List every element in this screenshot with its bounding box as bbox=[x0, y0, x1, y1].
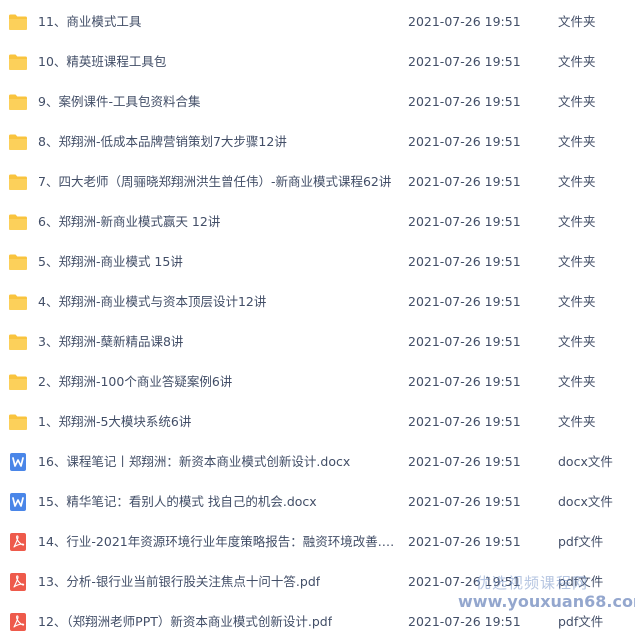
file-name[interactable]: 7、四大老师（周骊晓郑翔洲洪生曾任伟）-新商业模式课程62讲 bbox=[38, 162, 391, 202]
file-name[interactable]: 6、郑翔洲-新商业模式赢天 12讲 bbox=[38, 202, 220, 242]
file-modified-date: 2021-07-26 19:51 bbox=[408, 414, 521, 429]
file-row[interactable]: 11、商业模式工具 2021-07-26 19:51 文件夹 bbox=[0, 2, 635, 42]
file-name[interactable]: 5、郑翔洲-商业模式 15讲 bbox=[38, 242, 183, 282]
file-name[interactable]: 2、郑翔洲-100个商业答疑案例6讲 bbox=[38, 362, 232, 402]
file-type: 文件夹 bbox=[558, 374, 596, 389]
file-type: pdf文件 bbox=[558, 534, 604, 549]
file-name[interactable]: 13、分析-银行业当前银行股关注焦点十问十答.pdf bbox=[38, 562, 320, 602]
file-type: 文件夹 bbox=[558, 214, 596, 229]
folder-icon bbox=[8, 53, 28, 71]
file-name[interactable]: 15、精华笔记：看别人的模式 找自己的机会.docx bbox=[38, 482, 317, 522]
file-row[interactable]: 10、精英班课程工具包 2021-07-26 19:51 文件夹 bbox=[0, 42, 635, 82]
pdf-icon bbox=[8, 613, 28, 631]
file-row[interactable]: 9、案例课件-工具包资料合集 2021-07-26 19:51 文件夹 bbox=[0, 82, 635, 122]
file-modified-date: 2021-07-26 19:51 bbox=[408, 334, 521, 349]
file-type: docx文件 bbox=[558, 494, 613, 509]
file-type: 文件夹 bbox=[558, 414, 596, 429]
file-type: 文件夹 bbox=[558, 174, 596, 189]
pdf-icon bbox=[8, 573, 28, 591]
file-type: 文件夹 bbox=[558, 14, 596, 29]
folder-icon bbox=[8, 213, 28, 231]
file-row[interactable]: 14、行业-2021年资源环境行业年度策略报告：融资环境改善.pdf 2021-0… bbox=[0, 522, 635, 562]
file-modified-date: 2021-07-26 19:51 bbox=[408, 134, 521, 149]
file-modified-date: 2021-07-26 19:51 bbox=[408, 54, 521, 69]
file-modified-date: 2021-07-26 19:51 bbox=[408, 254, 521, 269]
file-modified-date: 2021-07-26 19:51 bbox=[408, 534, 521, 549]
file-modified-date: 2021-07-26 19:51 bbox=[408, 14, 521, 29]
file-type: 文件夹 bbox=[558, 294, 596, 309]
folder-icon bbox=[8, 93, 28, 111]
file-modified-date: 2021-07-26 19:51 bbox=[408, 374, 521, 389]
file-row[interactable]: 7、四大老师（周骊晓郑翔洲洪生曾任伟）-新商业模式课程62讲 2021-07-26… bbox=[0, 162, 635, 202]
file-row[interactable]: 1、郑翔洲-5大模块系统6讲 2021-07-26 19:51 文件夹 bbox=[0, 402, 635, 442]
file-name[interactable]: 8、郑翔洲-低成本品牌营销策划7大步骤12讲 bbox=[38, 122, 287, 162]
file-name[interactable]: 4、郑翔洲-商业模式与资本顶层设计12讲 bbox=[38, 282, 266, 322]
file-modified-date: 2021-07-26 19:51 bbox=[408, 494, 521, 509]
file-type: 文件夹 bbox=[558, 254, 596, 269]
file-row[interactable]: 3、郑翔洲-蘖新精品课8讲 2021-07-26 19:51 文件夹 bbox=[0, 322, 635, 362]
word-doc-icon bbox=[8, 453, 28, 471]
file-type: 文件夹 bbox=[558, 134, 596, 149]
file-name[interactable]: 10、精英班课程工具包 bbox=[38, 42, 166, 82]
file-row[interactable]: 2、郑翔洲-100个商业答疑案例6讲 2021-07-26 19:51 文件夹 bbox=[0, 362, 635, 402]
file-row[interactable]: 13、分析-银行业当前银行股关注焦点十问十答.pdf 2021-07-26 19:… bbox=[0, 562, 635, 602]
file-modified-date: 2021-07-26 19:51 bbox=[408, 614, 521, 629]
file-row[interactable]: 6、郑翔洲-新商业模式赢天 12讲 2021-07-26 19:51 文件夹 bbox=[0, 202, 635, 242]
file-type: pdf文件 bbox=[558, 614, 604, 629]
file-name[interactable]: 12、（郑翔洲老师PPT）新资本商业模式创新设计.pdf bbox=[38, 602, 332, 642]
file-type: docx文件 bbox=[558, 454, 613, 469]
folder-icon bbox=[8, 173, 28, 191]
file-name[interactable]: 1、郑翔洲-5大模块系统6讲 bbox=[38, 402, 191, 442]
file-type: 文件夹 bbox=[558, 94, 596, 109]
file-modified-date: 2021-07-26 19:51 bbox=[408, 454, 521, 469]
folder-icon bbox=[8, 133, 28, 151]
file-row[interactable]: 12、（郑翔洲老师PPT）新资本商业模式创新设计.pdf 2021-07-26 1… bbox=[0, 602, 635, 642]
file-name[interactable]: 9、案例课件-工具包资料合集 bbox=[38, 82, 200, 122]
pdf-icon bbox=[8, 533, 28, 551]
file-modified-date: 2021-07-26 19:51 bbox=[408, 574, 521, 589]
file-type: 文件夹 bbox=[558, 54, 596, 69]
file-modified-date: 2021-07-26 19:51 bbox=[408, 174, 521, 189]
file-row[interactable]: 15、精华笔记：看别人的模式 找自己的机会.docx 2021-07-26 19:… bbox=[0, 482, 635, 522]
file-name[interactable]: 3、郑翔洲-蘖新精品课8讲 bbox=[38, 322, 183, 362]
file-name[interactable]: 14、行业-2021年资源环境行业年度策略报告：融资环境改善.pdf bbox=[38, 522, 398, 562]
file-row[interactable]: 8、郑翔洲-低成本品牌营销策划7大步骤12讲 2021-07-26 19:51 文件… bbox=[0, 122, 635, 162]
folder-icon bbox=[8, 293, 28, 311]
word-doc-icon bbox=[8, 493, 28, 511]
file-name[interactable]: 16、课程笔记丨郑翔洲：新资本商业模式创新设计.docx bbox=[38, 442, 350, 482]
folder-icon bbox=[8, 413, 28, 431]
folder-icon bbox=[8, 253, 28, 271]
folder-icon bbox=[8, 333, 28, 351]
file-modified-date: 2021-07-26 19:51 bbox=[408, 94, 521, 109]
file-type: pdf文件 bbox=[558, 574, 604, 589]
folder-icon bbox=[8, 373, 28, 391]
file-modified-date: 2021-07-26 19:51 bbox=[408, 214, 521, 229]
file-modified-date: 2021-07-26 19:51 bbox=[408, 294, 521, 309]
file-type: 文件夹 bbox=[558, 334, 596, 349]
file-row[interactable]: 5、郑翔洲-商业模式 15讲 2021-07-26 19:51 文件夹 bbox=[0, 242, 635, 282]
file-row[interactable]: 4、郑翔洲-商业模式与资本顶层设计12讲 2021-07-26 19:51 文件夹 bbox=[0, 282, 635, 322]
folder-icon bbox=[8, 13, 28, 31]
file-name[interactable]: 11、商业模式工具 bbox=[38, 2, 141, 42]
file-row[interactable]: 16、课程笔记丨郑翔洲：新资本商业模式创新设计.docx 2021-07-26 1… bbox=[0, 442, 635, 482]
